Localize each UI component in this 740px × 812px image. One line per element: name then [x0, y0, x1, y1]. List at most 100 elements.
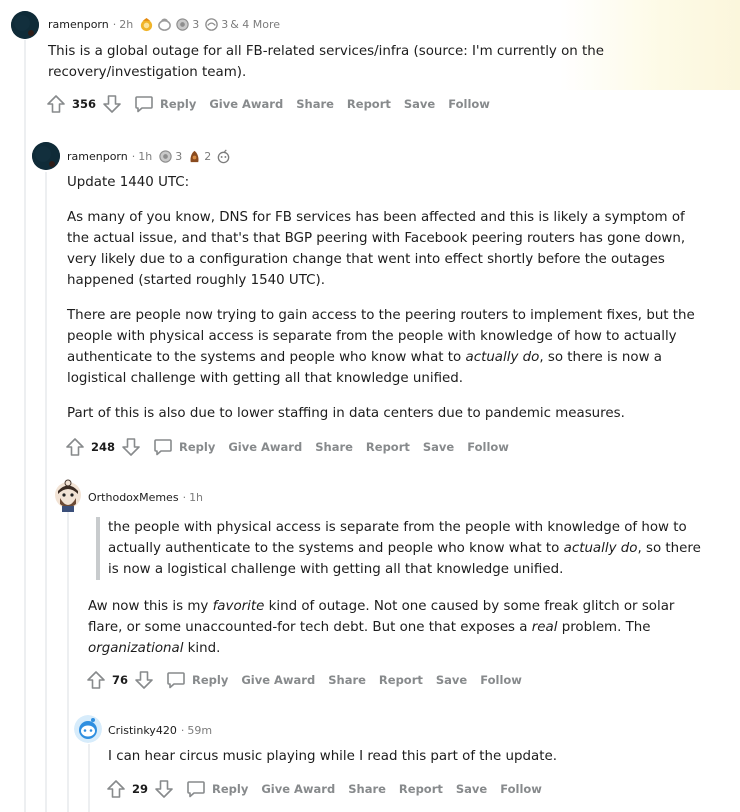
reply-label: Reply	[212, 782, 249, 796]
award-icon[interactable]	[158, 149, 173, 164]
vote-controls: 356	[46, 94, 122, 114]
award-count: 3	[175, 150, 183, 163]
author-name[interactable]: Cristinky420	[108, 724, 177, 737]
more-awards-link[interactable]: & 4 More	[230, 18, 280, 31]
follow-button[interactable]: Follow	[467, 440, 509, 454]
avatar[interactable]	[11, 11, 39, 39]
downvote-icon[interactable]	[102, 94, 122, 114]
blockquote: the people with physical access is separ…	[96, 517, 704, 580]
downvote-icon[interactable]	[121, 437, 141, 457]
reply-button[interactable]: Reply	[186, 780, 248, 798]
timestamp[interactable]: 59m	[187, 724, 212, 737]
reply-label: Reply	[192, 673, 229, 687]
separator: ·	[131, 150, 136, 163]
comment-meta: ramenporn · 2h 3 3 & 4 More	[48, 17, 280, 32]
comment-actions: 248 Reply Give Award Share Report Save F…	[65, 437, 509, 457]
give-award-button[interactable]: Give Award	[241, 673, 315, 687]
report-button[interactable]: Report	[399, 782, 443, 796]
follow-button[interactable]: Follow	[480, 673, 522, 687]
italic-text: favorite	[212, 599, 265, 614]
comment-icon	[154, 439, 172, 456]
comment-text: I can hear circus music playing while I …	[108, 749, 557, 764]
author-name[interactable]: ramenporn	[67, 150, 128, 163]
award-icon[interactable]	[139, 17, 154, 32]
downvote-icon[interactable]	[154, 779, 174, 799]
italic-text: organizational	[88, 641, 184, 656]
comment-paragraph: Update 1440 UTC:	[67, 175, 190, 190]
comment-body: Aw now this is my favorite kind of outag…	[88, 596, 708, 673]
thread-line[interactable]	[88, 744, 90, 812]
vote-controls: 29	[106, 779, 174, 799]
upvote-icon[interactable]	[86, 670, 106, 690]
avatar[interactable]	[53, 478, 83, 512]
give-award-button[interactable]: Give Award	[228, 440, 302, 454]
score: 356	[72, 97, 97, 111]
score: 248	[91, 440, 116, 454]
award-count: 3	[221, 18, 229, 31]
comment-meta: ramenporn · 1h 3 2	[67, 149, 231, 164]
reply-label: Reply	[179, 440, 216, 454]
follow-button[interactable]: Follow	[500, 782, 542, 796]
upvote-icon[interactable]	[106, 779, 126, 799]
share-button[interactable]: Share	[315, 440, 353, 454]
upvote-icon[interactable]	[46, 94, 66, 114]
report-button[interactable]: Report	[366, 440, 410, 454]
score: 76	[112, 673, 129, 687]
award-icon[interactable]	[204, 17, 219, 32]
award-icon[interactable]	[187, 149, 202, 164]
give-award-button[interactable]: Give Award	[261, 782, 335, 796]
reply-label: Reply	[160, 97, 197, 111]
award-icon[interactable]	[175, 17, 190, 32]
comment-text: This is a global outage for all FB-relat…	[48, 44, 605, 80]
comment-icon	[187, 781, 205, 798]
separator: ·	[180, 724, 185, 737]
comment-icon	[167, 672, 185, 689]
follow-button[interactable]: Follow	[448, 97, 490, 111]
separator: ·	[182, 491, 187, 504]
text-segment: kind.	[183, 641, 221, 656]
comment-body: I can hear circus music playing while I …	[108, 746, 708, 781]
reply-button[interactable]: Reply	[153, 438, 215, 456]
upvote-icon[interactable]	[65, 437, 85, 457]
award-count: 3	[192, 18, 200, 31]
save-button[interactable]: Save	[404, 97, 435, 111]
comment-paragraph: Part of this is also due to lower staffi…	[67, 406, 625, 421]
score: 29	[132, 782, 149, 796]
reply-button[interactable]: Reply	[134, 95, 196, 113]
comment-body: Update 1440 UTC: As many of you know, DN…	[67, 172, 707, 438]
award-icon[interactable]	[216, 149, 231, 164]
timestamp[interactable]: 1h	[138, 150, 152, 163]
give-award-button[interactable]: Give Award	[209, 97, 283, 111]
downvote-icon[interactable]	[134, 670, 154, 690]
vote-controls: 76	[86, 670, 154, 690]
snoo-avatar-image	[55, 479, 81, 512]
award-count: 2	[204, 150, 212, 163]
thread-line[interactable]	[24, 40, 26, 812]
author-name[interactable]: OrthodoxMemes	[88, 491, 179, 504]
italic-text: actually do	[563, 541, 638, 556]
save-button[interactable]: Save	[436, 673, 467, 687]
comment-icon	[135, 96, 153, 113]
share-button[interactable]: Share	[296, 97, 334, 111]
author-name[interactable]: ramenporn	[48, 18, 109, 31]
thread-line[interactable]	[67, 512, 69, 812]
comment-actions: 76 Reply Give Award Share Report Save Fo…	[86, 670, 522, 690]
reply-button[interactable]: Reply	[166, 671, 228, 689]
text-segment: problem. The	[557, 620, 651, 635]
report-button[interactable]: Report	[347, 97, 391, 111]
award-icon[interactable]	[157, 17, 172, 32]
avatar[interactable]	[32, 142, 60, 170]
timestamp[interactable]: 1h	[189, 491, 203, 504]
avatar[interactable]	[74, 715, 102, 743]
avatar-image	[11, 11, 39, 39]
share-button[interactable]: Share	[328, 673, 366, 687]
timestamp[interactable]: 2h	[119, 18, 133, 31]
save-button[interactable]: Save	[423, 440, 454, 454]
report-button[interactable]: Report	[379, 673, 423, 687]
italic-text: real	[531, 620, 558, 635]
save-button[interactable]: Save	[456, 782, 487, 796]
thread-line[interactable]	[45, 172, 47, 812]
comment-meta: OrthodoxMemes · 1h	[88, 491, 206, 504]
italic-text: actually do	[465, 350, 540, 365]
share-button[interactable]: Share	[348, 782, 386, 796]
